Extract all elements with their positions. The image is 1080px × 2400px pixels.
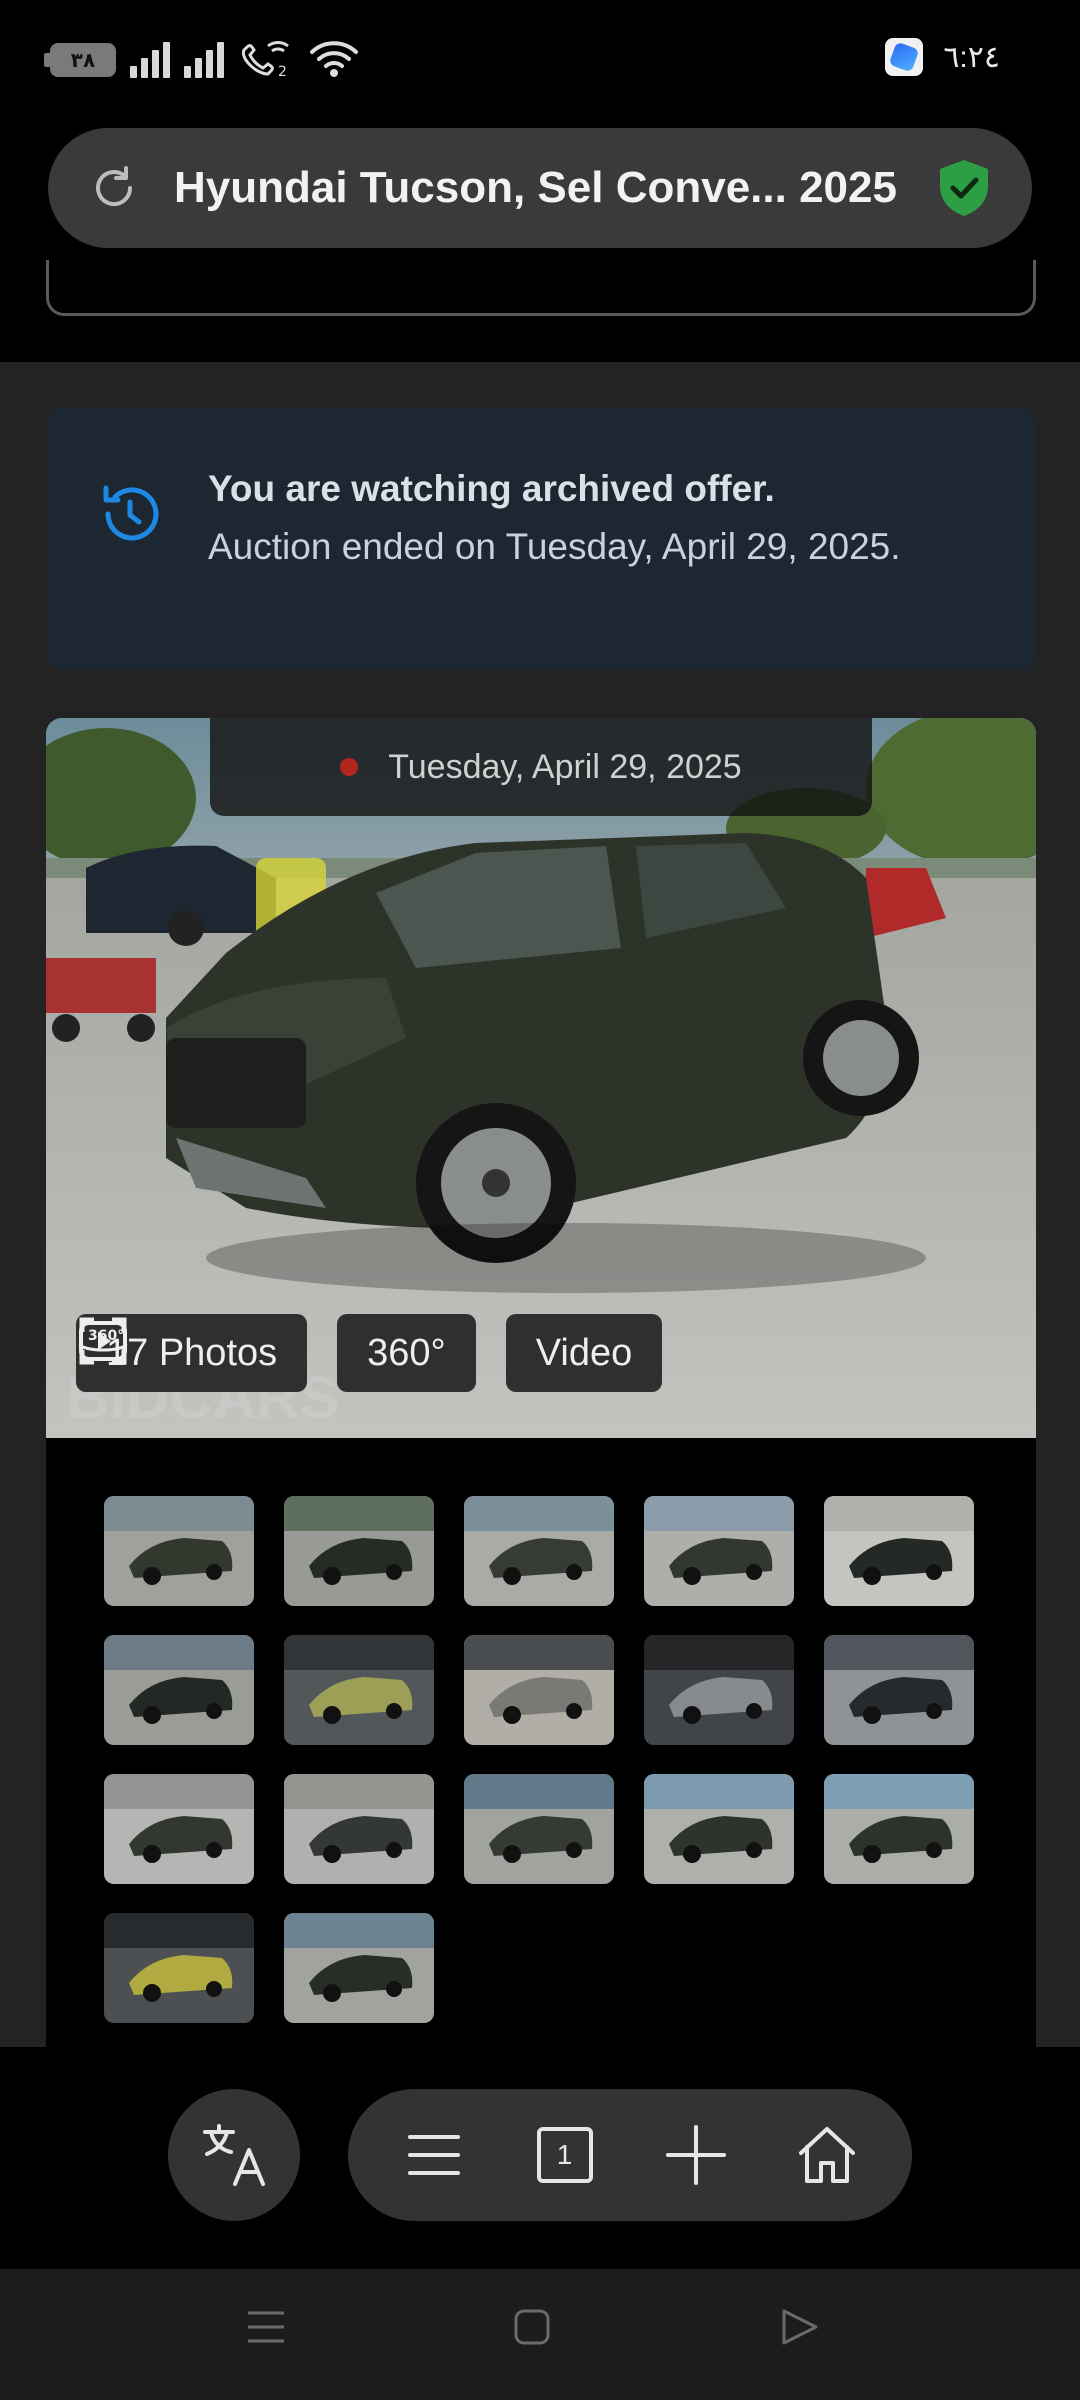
photo-thumbnail[interactable] [284,1496,434,1606]
back-nav-icon[interactable] [780,2307,820,2347]
photo-thumbnail[interactable] [824,1635,974,1745]
menu-icon [407,2135,460,2175]
signal-icon [130,42,170,78]
photo-thumbnail[interactable] [284,1635,434,1745]
photo-thumbnail[interactable] [284,1913,434,2023]
photo-thumbnail[interactable] [644,1496,794,1606]
app-notification-icon [885,38,924,76]
home-icon [798,2127,855,2183]
battery-level: ٣٨ [70,49,96,72]
photo-thumbnail[interactable] [464,1635,614,1745]
photo-gallery: BIDCARS Tuesday, April 29, 2025 17 Photo… [46,718,1036,2048]
thumbnail-grid [104,1496,974,2023]
play-video-icon [79,1321,127,1361]
status-bar: ٣٨ 2 ٦:٢٤ [0,0,1080,120]
archive-notice-title: You are watching archived offer. [208,468,775,509]
photo-thumbnail[interactable] [644,1635,794,1745]
new-tab-icon [665,2125,726,2185]
photo-thumbnail[interactable] [284,1774,434,1884]
browser-bottom-bar: 1 [0,2047,1080,2269]
main-vehicle-photo[interactable]: BIDCARS Tuesday, April 29, 2025 17 Photo… [46,718,1036,1438]
page-card-edge [46,260,1036,316]
page-content: You are watching archived offer. Auction… [0,362,1080,2048]
new-tab-button[interactable] [660,2119,732,2191]
page-title[interactable]: Hyundai Tucson, Sel Conve... 2025 [174,163,936,213]
svg-text:2: 2 [278,64,287,80]
photo-thumbnail[interactable] [644,1774,794,1884]
recent-apps-icon[interactable] [246,2307,286,2347]
auction-date-chip: Tuesday, April 29, 2025 [210,718,872,816]
photo-thumbnail[interactable] [104,1774,254,1884]
system-nav-bar [0,2269,1080,2400]
photos-label: 17 Photos [106,1331,278,1374]
photo-thumbnail[interactable] [464,1774,614,1884]
verified-shield-icon[interactable] [936,158,992,218]
photo-thumbnail[interactable] [824,1774,974,1884]
photo-thumbnail[interactable] [464,1496,614,1606]
photo-thumbnail[interactable] [104,1635,254,1745]
photo-thumbnail[interactable] [824,1496,974,1606]
clock: ٦:٢٤ [943,40,1000,74]
home-button[interactable] [791,2119,863,2191]
tabs-button[interactable]: 1 [529,2119,601,2191]
video-label: Video [535,1331,633,1374]
menu-button[interactable] [398,2119,470,2191]
tabs-icon: 1 [536,2127,593,2183]
wifi-calling-icon: 2 [241,41,289,80]
view-360-button[interactable]: 360° 360° [78,1314,476,1392]
auction-date: Tuesday, April 29, 2025 [388,747,742,786]
translate-button[interactable] [168,2089,300,2221]
photo-thumbnail[interactable] [104,1913,254,2023]
battery-icon: ٣٨ [44,43,116,77]
archive-notice: You are watching archived offer. Auction… [46,408,1036,670]
translate-icon [203,2124,265,2186]
photo-thumbnail[interactable] [104,1496,254,1606]
reload-icon[interactable] [86,160,142,216]
wifi-icon [310,41,358,77]
browser-actions: 1 [348,2089,912,2221]
view-360-label: 360° [367,1331,446,1374]
home-nav-icon[interactable] [512,2307,552,2347]
signal-icon [184,42,224,78]
archive-notice-message: Auction ended on Tuesday, April 29, 2025… [208,526,901,567]
status-dot [340,758,359,776]
video-button[interactable]: Video [79,1314,663,1392]
address-bar[interactable]: Hyundai Tucson, Sel Conve... 2025 [48,128,1032,248]
history-icon [103,485,159,541]
